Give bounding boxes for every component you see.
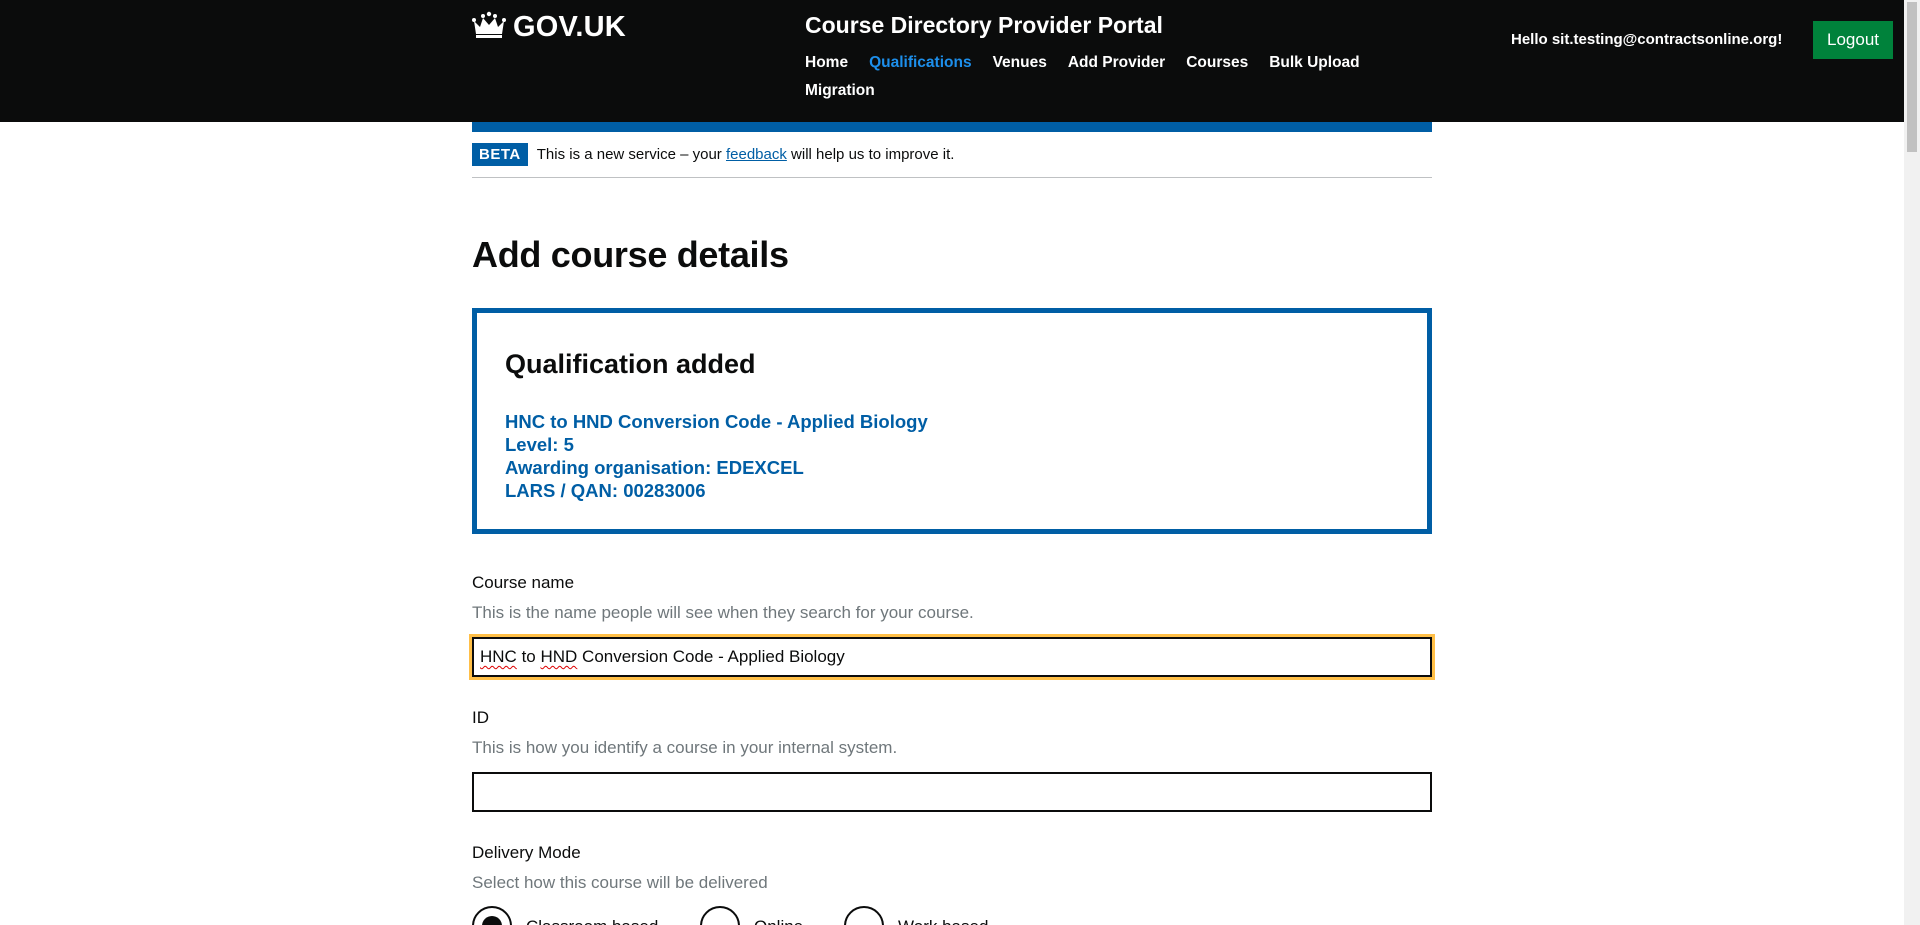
awarding-organisation: Awarding organisation: EDEXCEL bbox=[505, 457, 804, 478]
page-scrollbar[interactable] bbox=[1904, 0, 1920, 925]
logout-button[interactable]: Logout bbox=[1813, 21, 1893, 59]
id-hint: This is how you identify a course in you… bbox=[472, 738, 898, 757]
radio-classroom-based-label: Classroom based bbox=[526, 906, 658, 925]
id-value bbox=[480, 774, 1424, 810]
delivery-mode-radios: Classroom based Online Work based bbox=[472, 906, 1432, 925]
crown-icon bbox=[471, 10, 507, 45]
beta-text: This is a new service – your feedback wi… bbox=[537, 146, 955, 163]
course-name-value: HNC to HND Conversion Code - Applied Bio… bbox=[480, 639, 1424, 675]
delivery-mode-hint: Select how this course will be delivered bbox=[472, 873, 768, 892]
delivery-mode-label: Delivery Mode bbox=[472, 843, 581, 862]
nav-home[interactable]: Home bbox=[805, 54, 848, 72]
beta-tag: BETA bbox=[472, 143, 528, 166]
page-title: Add course details bbox=[472, 234, 789, 275]
phase-banner: BETA This is a new service – your feedba… bbox=[472, 132, 1432, 178]
scrollbar-thumb[interactable] bbox=[1907, 2, 1917, 152]
radio-work-based-label: Work based bbox=[898, 906, 988, 925]
nav-add-provider[interactable]: Add Provider bbox=[1068, 54, 1165, 72]
course-name-value-part2: to bbox=[516, 647, 541, 666]
course-name-value-part4: Conversion Code - Applied Biology bbox=[577, 647, 845, 666]
nav-migration[interactable]: Migration bbox=[805, 82, 875, 100]
site-header: GOV.UK Course Directory Provider Portal … bbox=[0, 0, 1904, 122]
logo-text: GOV.UK bbox=[513, 11, 626, 43]
nav-bulk-upload[interactable]: Bulk Upload bbox=[1269, 54, 1359, 72]
nav-courses[interactable]: Courses bbox=[1186, 54, 1248, 72]
radio-online[interactable]: Online bbox=[700, 906, 803, 925]
qualification-added-panel: Qualification added HNC to HND Conversio… bbox=[472, 308, 1432, 534]
qualification-name: HNC to HND Conversion Code - Applied Bio… bbox=[505, 411, 928, 432]
beta-text-after: will help us to improve it. bbox=[786, 146, 955, 163]
header-accent-bar bbox=[472, 122, 1432, 132]
course-name-value-part1: HNC bbox=[480, 647, 517, 666]
id-input[interactable] bbox=[472, 772, 1432, 812]
service-name[interactable]: Course Directory Provider Portal bbox=[805, 12, 1163, 39]
course-name-input[interactable]: HNC to HND Conversion Code - Applied Bio… bbox=[469, 634, 1435, 680]
radio-classroom-based[interactable]: Classroom based bbox=[472, 906, 658, 925]
course-name-value-part3: HND bbox=[540, 647, 578, 666]
panel-title: Qualification added bbox=[505, 349, 756, 379]
course-name-hint: This is the name people will see when th… bbox=[472, 603, 974, 622]
lars-qan: LARS / QAN: 00283006 bbox=[505, 480, 706, 501]
radio-online-label: Online bbox=[754, 906, 803, 925]
course-name-label: Course name bbox=[472, 573, 575, 592]
user-greeting: Hello sit.testing@contractsonline.org! bbox=[1511, 31, 1783, 48]
radio-work-based[interactable]: Work based bbox=[844, 906, 988, 925]
radio-online-circle[interactable] bbox=[700, 906, 740, 925]
radio-work-based-circle[interactable] bbox=[844, 906, 884, 925]
radio-classroom-based-circle[interactable] bbox=[472, 906, 512, 925]
feedback-link[interactable]: feedback bbox=[726, 146, 787, 163]
main-nav: Home Qualifications Venues Add Provider … bbox=[805, 54, 1375, 100]
govuk-logo[interactable]: GOV.UK bbox=[471, 10, 626, 45]
qualification-level: Level: 5 bbox=[505, 434, 574, 455]
nav-venues[interactable]: Venues bbox=[993, 54, 1047, 72]
nav-qualifications[interactable]: Qualifications bbox=[869, 54, 972, 72]
beta-text-before: This is a new service – your bbox=[536, 146, 726, 163]
id-label: ID bbox=[472, 708, 489, 727]
